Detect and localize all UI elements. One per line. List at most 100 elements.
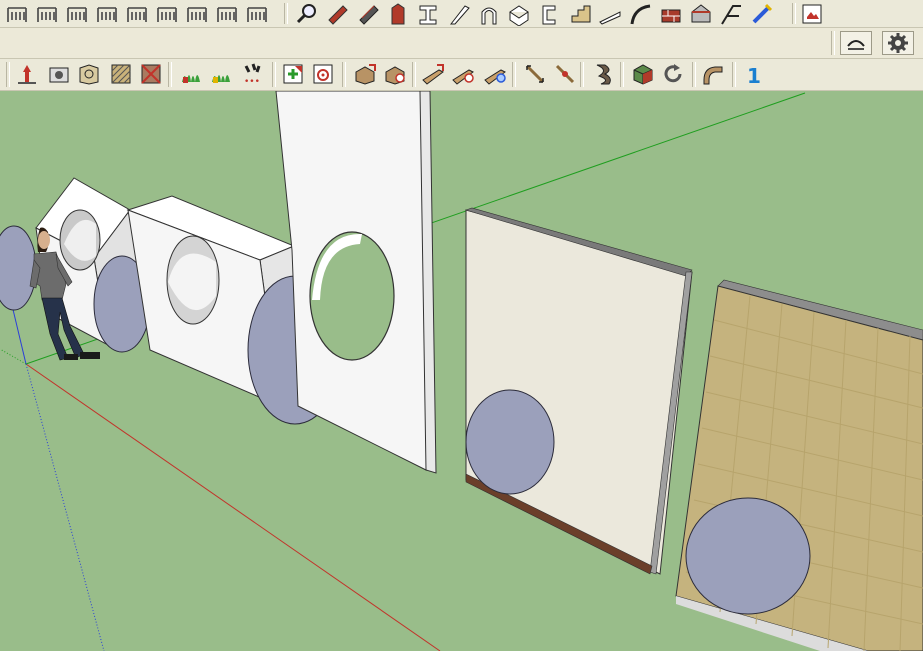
toolbar-separator <box>168 62 172 87</box>
roof-block-icon <box>691 4 711 23</box>
toolbar-row-1 <box>0 0 923 28</box>
grass-yellow-icon <box>212 75 230 83</box>
toolbar-separator <box>620 62 624 87</box>
gear-icon <box>888 33 908 53</box>
number-one-icon: 1 <box>747 64 761 86</box>
plank-arrow-button[interactable] <box>420 62 446 86</box>
grass-yellow-button[interactable] <box>208 62 234 86</box>
circle-face-icon <box>79 64 99 85</box>
toolbar-separator <box>831 31 835 55</box>
blue-disk-5[interactable] <box>685 497 811 615</box>
magnify-tool-icon <box>296 4 316 24</box>
red-up-arrow-icon <box>18 65 36 84</box>
red-up-arrow-button[interactable] <box>14 62 40 86</box>
frame-corner-button[interactable] <box>718 2 744 26</box>
scatter-red-icon: ••• <box>244 63 261 86</box>
rail-tool-6-icon <box>157 7 177 22</box>
magnify-tool-button[interactable] <box>294 2 320 26</box>
refresh-button[interactable] <box>660 62 686 86</box>
image-export-icon <box>802 4 822 24</box>
box-target-button[interactable] <box>382 62 408 86</box>
arch-profile-icon <box>481 7 497 25</box>
hatch-face-button[interactable] <box>108 62 134 86</box>
scene-canvas <box>0 91 923 651</box>
settings-button[interactable] <box>882 31 914 55</box>
box-arrow-1-button[interactable] <box>352 62 378 86</box>
beam-dark-button[interactable] <box>355 2 381 26</box>
material-cube-icon <box>633 64 653 85</box>
toolbar-separator <box>412 62 416 87</box>
plank-target-button[interactable] <box>450 62 476 86</box>
plank-blue-button[interactable] <box>482 62 508 86</box>
brick-corner-icon <box>661 9 681 23</box>
column-red-icon <box>391 3 405 25</box>
curve-solid-button[interactable] <box>700 62 726 86</box>
toolbar-separator <box>580 62 584 87</box>
pipe-wand-button[interactable] <box>749 2 775 26</box>
rail-tool-5-icon <box>127 7 147 22</box>
channel-profile-icon <box>542 5 556 25</box>
beam-red-icon <box>328 5 349 25</box>
rail-tool-2-icon <box>37 7 57 22</box>
dim-line-1-button[interactable] <box>522 62 548 86</box>
arch-toggle-button[interactable] <box>840 31 872 55</box>
twist-icon <box>596 64 611 85</box>
toolbar-separator <box>792 3 796 24</box>
camera-box-button[interactable] <box>46 62 72 86</box>
box-arrow-1-icon <box>355 64 376 85</box>
rail-tool-4-button[interactable] <box>94 2 120 26</box>
rail-tool-5-button[interactable] <box>124 2 150 26</box>
number-one-button[interactable]: 1 <box>740 62 766 86</box>
angle-profile-button[interactable] <box>446 2 472 26</box>
dim-line-2-button[interactable] <box>552 62 578 86</box>
toolbar-separator <box>512 62 516 87</box>
twist-button[interactable] <box>590 62 616 86</box>
rail-tool-9-button[interactable] <box>244 2 270 26</box>
diagonal-face-button[interactable] <box>138 62 164 86</box>
rail-tool-3-icon <box>67 7 87 22</box>
i-beam-button[interactable] <box>415 2 441 26</box>
curve-solid-icon <box>703 66 723 85</box>
material-cube-button[interactable] <box>630 62 656 86</box>
channel-profile-button[interactable] <box>536 2 562 26</box>
box-profile-button[interactable] <box>506 2 532 26</box>
stair-block-button[interactable] <box>567 2 593 26</box>
curved-rail-icon <box>630 4 651 25</box>
dim-line-1-icon <box>525 64 545 84</box>
arch-profile-button[interactable] <box>476 2 502 26</box>
rail-tool-1-icon <box>7 7 27 22</box>
scatter-red-button[interactable]: ••• <box>240 62 266 86</box>
svg-text:•••: ••• <box>244 77 260 86</box>
rail-tool-7-button[interactable] <box>184 2 210 26</box>
paint-target-icon <box>313 64 333 84</box>
rail-tool-1-button[interactable] <box>4 2 30 26</box>
frame-corner-icon <box>721 5 742 25</box>
roof-block-button[interactable] <box>688 2 714 26</box>
circle-face-button[interactable] <box>76 62 102 86</box>
model-viewport[interactable] <box>0 91 923 651</box>
slope-profile-button[interactable] <box>597 2 623 26</box>
slope-profile-icon <box>599 11 621 25</box>
image-export-button[interactable] <box>799 2 825 26</box>
paint-red-plus-button[interactable] <box>280 62 306 86</box>
grass-red-button[interactable] <box>178 62 204 86</box>
rail-tool-3-button[interactable] <box>64 2 90 26</box>
plank-target-icon <box>452 69 474 85</box>
paint-red-plus-icon <box>283 64 303 84</box>
rail-tool-8-button[interactable] <box>214 2 240 26</box>
toolbar-separator <box>284 3 288 24</box>
paint-target-button[interactable] <box>310 62 336 86</box>
rail-tool-7-icon <box>187 7 207 22</box>
beam-dark-icon <box>358 5 379 25</box>
rail-tool-6-button[interactable] <box>154 2 180 26</box>
curved-rail-button[interactable] <box>627 2 653 26</box>
column-red-button[interactable] <box>385 2 411 26</box>
rail-tool-8-icon <box>217 7 237 22</box>
rail-tool-4-icon <box>97 7 117 22</box>
blue-disk-4[interactable] <box>465 389 555 495</box>
box-profile-icon <box>509 5 529 26</box>
brick-corner-button[interactable] <box>658 2 684 26</box>
beam-red-button[interactable] <box>324 2 350 26</box>
rail-tool-2-button[interactable] <box>34 2 60 26</box>
toolbar-separator <box>342 62 346 87</box>
